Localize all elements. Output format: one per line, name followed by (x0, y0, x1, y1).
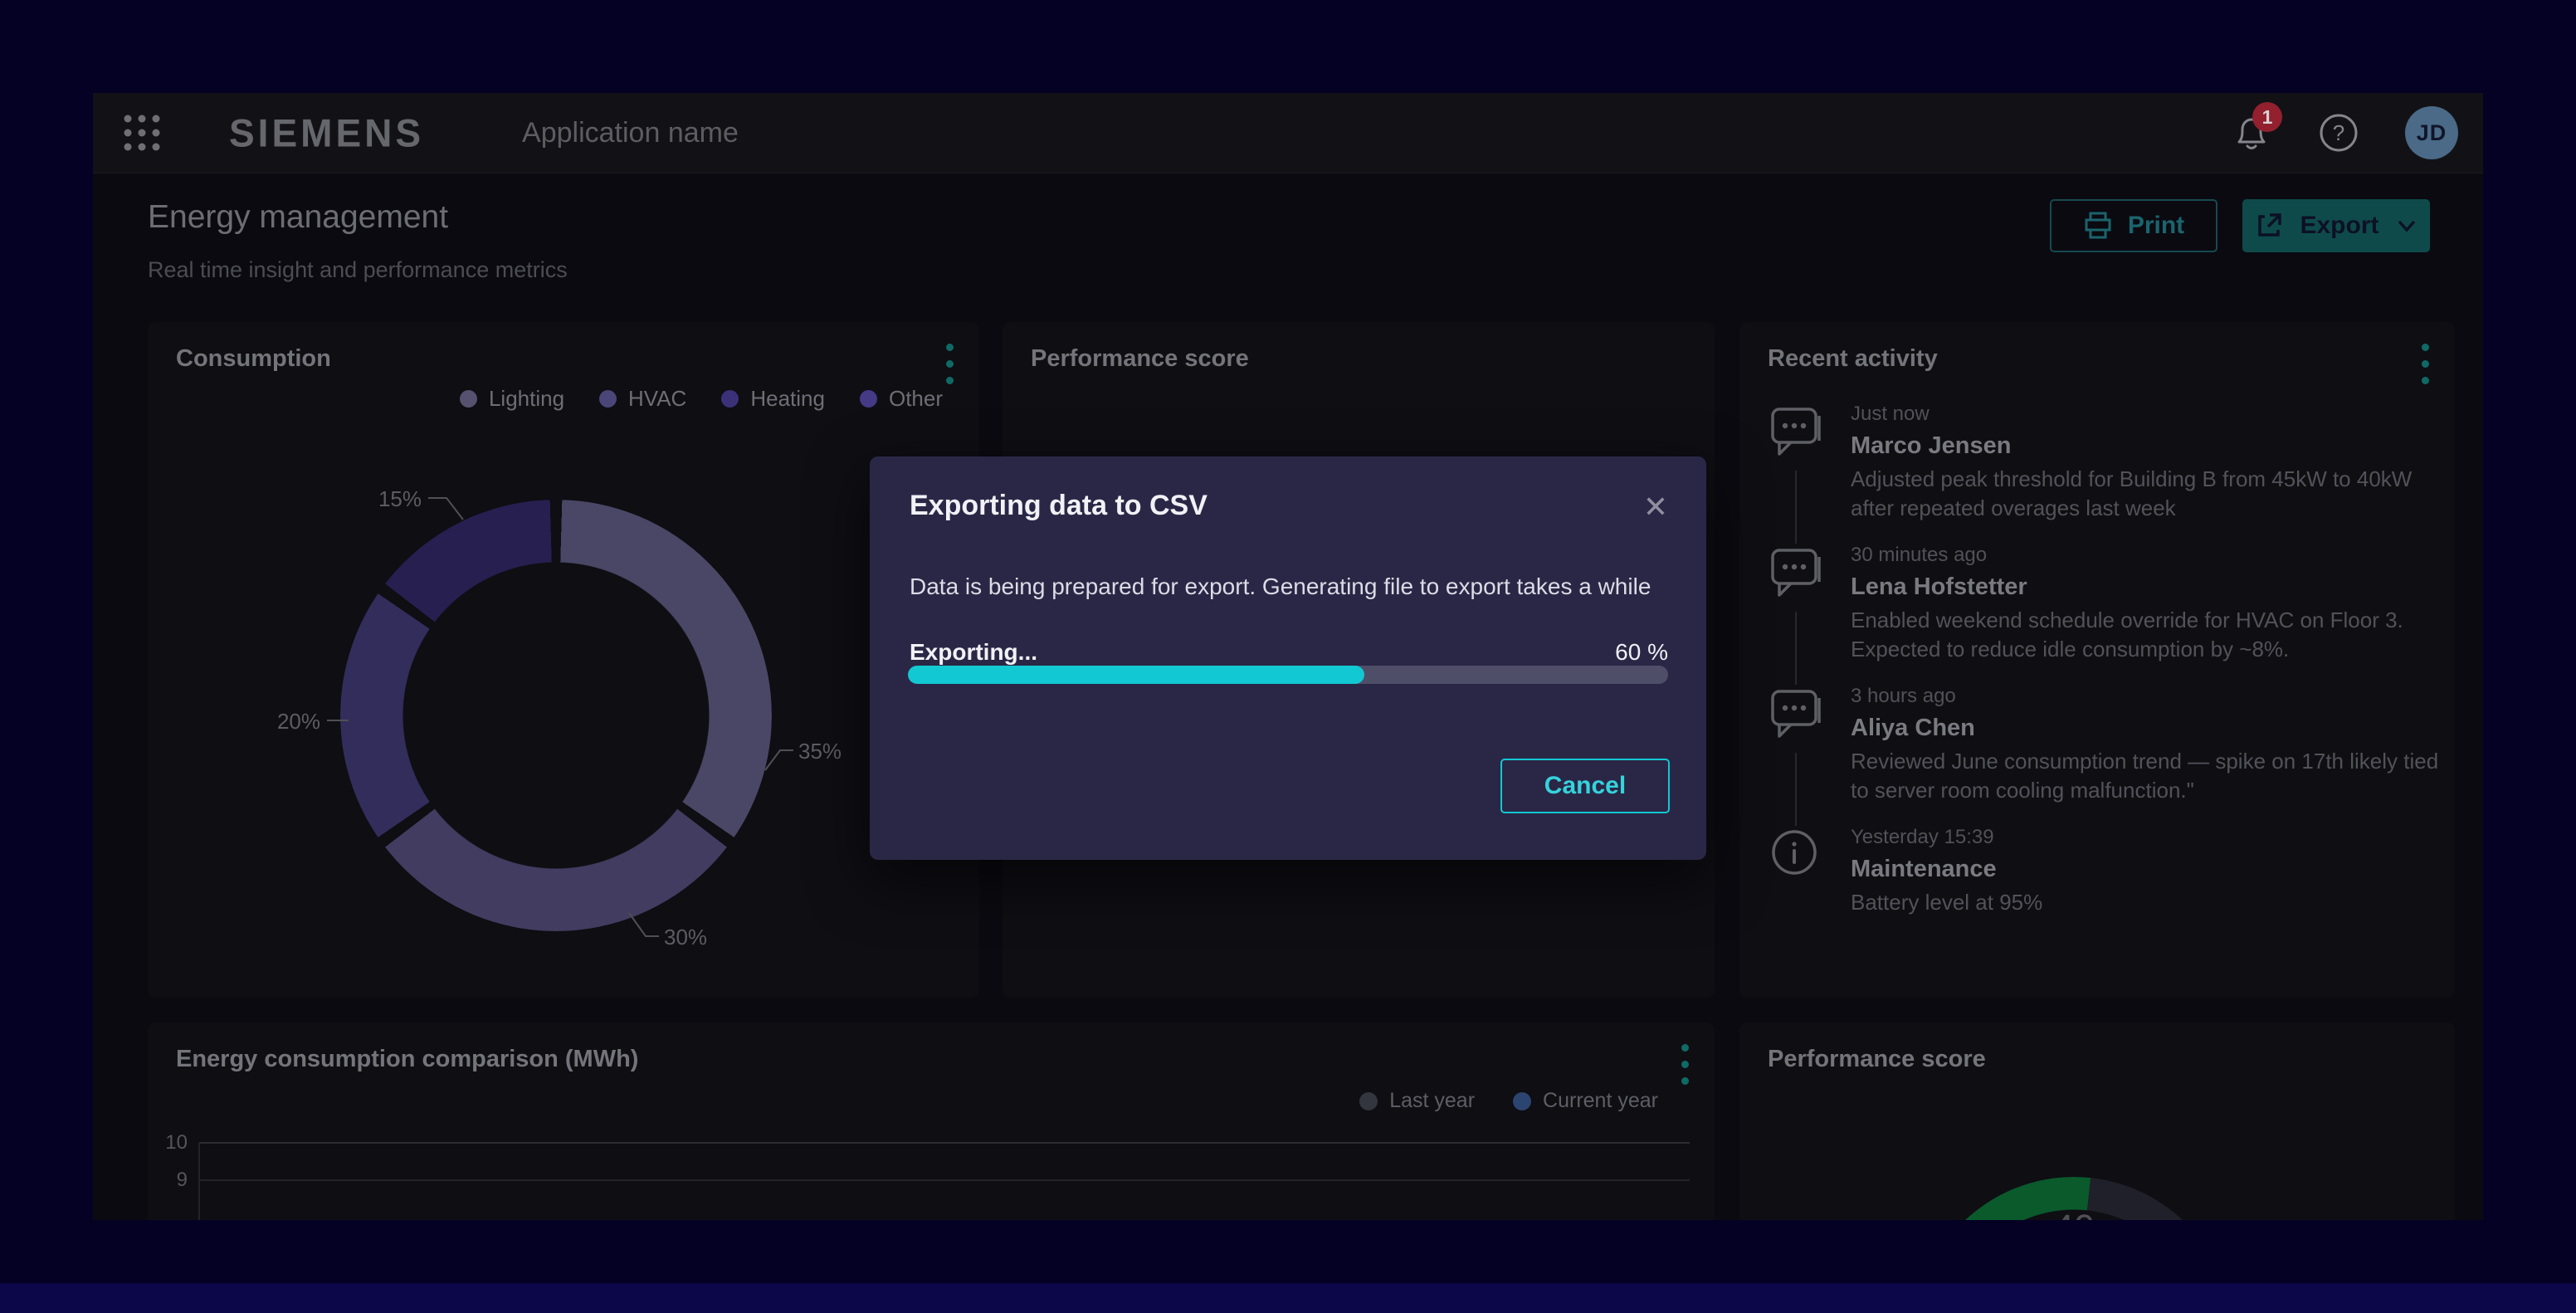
timeline-connector (1795, 471, 1797, 544)
legend-label: Heating (750, 386, 825, 412)
svg-text:?: ? (2333, 120, 2344, 145)
chevron-down-icon (2394, 213, 2419, 238)
legend-item-hvac[interactable]: HVAC (599, 386, 686, 412)
activity-text: Battery level at 95% (1851, 888, 2448, 917)
activity-timestamp: Just now (1851, 403, 2400, 426)
notifications-button[interactable]: 1 (2231, 112, 2272, 154)
activity-timestamp: 30 minutes ago (1851, 544, 2400, 567)
user-avatar[interactable]: JD (2405, 106, 2458, 159)
dialog-message: Data is being prepared for export. Gener… (910, 574, 1668, 600)
recent-activity-card: Recent activity Just now Marco Jensen Ad… (1739, 322, 2455, 998)
siemens-logo: SIEMENS (229, 110, 424, 155)
activity-item[interactable]: 3 hours ago Aliya Chen Reviewed June con… (1769, 685, 2400, 805)
performance-score-card-bottom: Performance score 40 (1739, 1023, 2455, 1220)
legend-label: HVAC (628, 386, 686, 412)
help-icon: ? (2319, 113, 2359, 153)
card-title: Recent activity (1768, 345, 1938, 373)
printer-icon (2083, 211, 2113, 241)
export-label: Export (2300, 212, 2378, 240)
message-icon (1769, 403, 1827, 461)
activity-item[interactable]: 30 minutes ago Lena Hofstetter Enabled w… (1769, 544, 2400, 664)
help-button[interactable]: ? (2319, 113, 2359, 153)
energy-comparison-card: Energy consumption comparison (MWh) Last… (148, 1023, 1715, 1220)
kebab-menu-icon[interactable] (2422, 344, 2430, 384)
activity-author: Lena Hofstetter (1851, 574, 2400, 601)
progress-percent: 60 % (1615, 639, 1668, 666)
legend-item-heating[interactable]: Heating (721, 386, 825, 412)
app-switcher-icon[interactable] (123, 114, 161, 152)
legend-label: Other (889, 386, 943, 412)
card-title: Performance score (1031, 345, 1249, 373)
bottom-accent-strip (0, 1283, 2576, 1313)
legend-label: Lighting (489, 386, 564, 412)
navbar-actions: 1 ? JD (2231, 106, 2458, 159)
slice-label-other: 15% (359, 486, 422, 512)
activity-author: Aliya Chen (1851, 715, 2400, 742)
legend-dot (599, 390, 617, 408)
activity-text: Adjusted peak threshold for Building B f… (1851, 465, 2448, 523)
consumption-legend: Lighting HVAC Heating Other (460, 386, 943, 412)
progress-bar-fill (908, 666, 1364, 684)
print-label: Print (2128, 212, 2184, 240)
activity-item[interactable]: Just now Marco Jensen Adjusted peak thre… (1769, 403, 2400, 523)
top-navbar: SIEMENS Application name 1 ? JD (93, 93, 2483, 173)
comparison-chart-grid (148, 1023, 1715, 1220)
progress-bar (908, 666, 1668, 684)
application-name: Application name (522, 117, 739, 149)
print-button[interactable]: Print (2050, 199, 2217, 252)
legend-item-lighting[interactable]: Lighting (460, 386, 564, 412)
page-subtitle: Real time insight and performance metric… (148, 257, 568, 283)
consumption-card: Consumption Lighting HVAC Heating Other (148, 322, 979, 998)
close-icon[interactable]: ✕ (1638, 485, 1673, 530)
activity-timestamp: 3 hours ago (1851, 685, 2400, 708)
dialog-title: Exporting data to CSV (910, 490, 1208, 522)
timeline-connector (1795, 612, 1797, 685)
export-progress-screen: { "theme": { "colors": { "accent": "#12c… (0, 0, 2576, 1313)
activity-author: Maintenance (1851, 856, 2400, 883)
slice-label-lighting: 35% (798, 739, 842, 764)
activity-item[interactable]: Yesterday 15:39 Maintenance Battery leve… (1769, 826, 2400, 917)
message-icon (1769, 544, 1827, 602)
activity-author: Marco Jensen (1851, 432, 2400, 460)
progress-label: Exporting... (910, 639, 1037, 666)
timeline-connector (1795, 753, 1797, 826)
export-button[interactable]: Export (2242, 199, 2430, 252)
notification-badge: 1 (2252, 102, 2282, 132)
info-icon (1769, 826, 1827, 884)
legend-dot (721, 390, 739, 408)
activity-text: Reviewed June consumption trend — spike … (1851, 747, 2448, 805)
export-icon (2253, 210, 2285, 242)
legend-item-other[interactable]: Other (860, 386, 943, 412)
page-title: Energy management (148, 199, 448, 236)
slice-label-heating: 20% (257, 709, 320, 735)
kebab-menu-icon[interactable] (946, 344, 954, 384)
activity-timestamp: Yesterday 15:39 (1851, 826, 2400, 849)
message-icon (1769, 685, 1827, 743)
header-actions: Print Export (2050, 199, 2430, 252)
legend-dot (860, 390, 877, 408)
gauge-value: 40 (2024, 1207, 2124, 1220)
card-title: Consumption (176, 345, 331, 373)
activity-text: Enabled weekend schedule override for HV… (1851, 606, 2448, 664)
consumption-donut-chart[interactable] (340, 500, 772, 931)
legend-dot (460, 390, 477, 408)
cancel-button[interactable]: Cancel (1500, 759, 1670, 813)
slice-label-hvac: 30% (664, 925, 707, 950)
card-title: Performance score (1768, 1046, 1986, 1073)
export-dialog: Exporting data to CSV ✕ Data is being pr… (870, 456, 1706, 860)
